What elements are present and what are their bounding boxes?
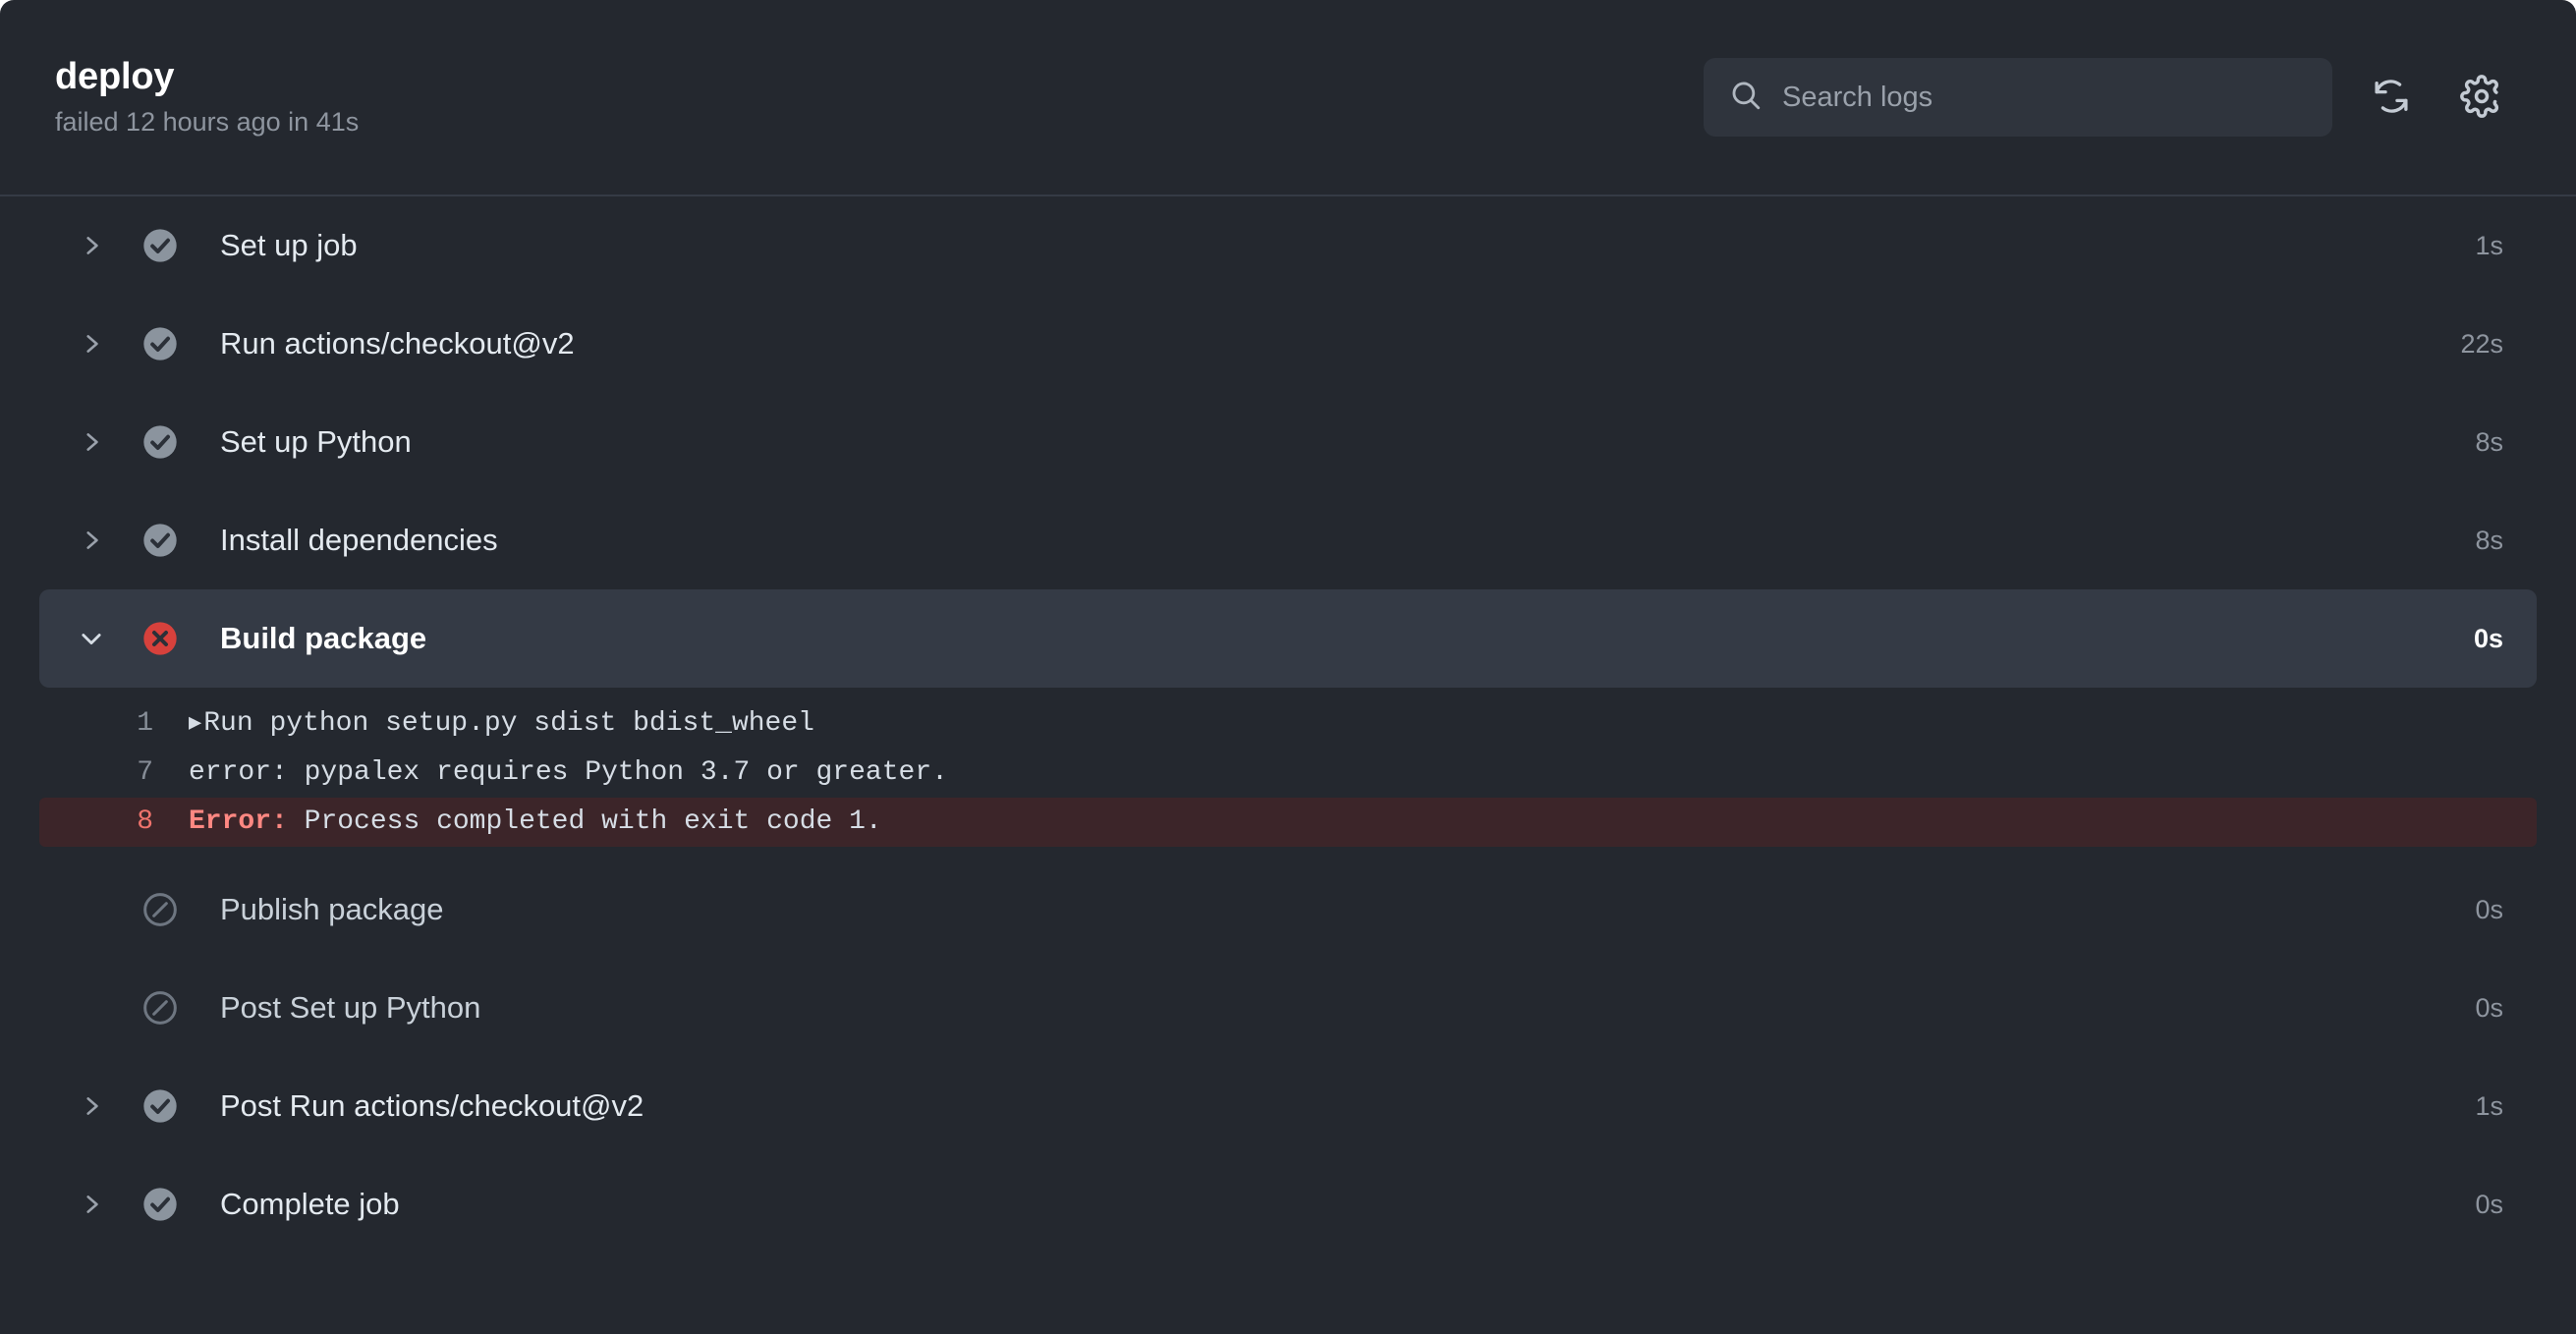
step-row[interactable]: Install dependencies 8s bbox=[39, 491, 2537, 589]
step-row[interactable]: Set up Python 8s bbox=[39, 393, 2537, 491]
line-text: Run python setup.py sdist bdist_wheel bbox=[203, 708, 814, 739]
log-line[interactable]: 7 error: pypalex requires Python 3.7 or … bbox=[39, 749, 2537, 798]
status-failed-icon bbox=[136, 619, 185, 658]
status-success-icon bbox=[136, 1086, 185, 1126]
line-text: error: pypalex requires Python 3.7 or gr… bbox=[189, 757, 948, 788]
step-row[interactable]: Complete job 0s bbox=[39, 1155, 2537, 1253]
status-success-icon bbox=[136, 521, 185, 560]
line-text: Process completed with exit code 1. bbox=[288, 798, 882, 847]
status-success-icon bbox=[136, 1185, 185, 1224]
step-row[interactable]: Publish package 0s bbox=[39, 861, 2537, 959]
status-success-icon bbox=[136, 324, 185, 363]
step-label: Publish package bbox=[220, 892, 444, 926]
line-number: 8 bbox=[137, 806, 153, 837]
status-success-icon bbox=[136, 422, 185, 462]
group-collapsed-icon[interactable]: ▶ bbox=[189, 699, 201, 749]
step-label: Set up job bbox=[220, 228, 358, 262]
line-text-value: Process completed with exit code 1. bbox=[304, 806, 882, 837]
chevron-right-icon[interactable] bbox=[69, 331, 114, 357]
page-title: deploy bbox=[55, 55, 175, 97]
chevron-down-icon[interactable] bbox=[69, 625, 114, 652]
log-line[interactable]: 1 ▶ Run python setup.py sdist bdist_whee… bbox=[39, 699, 2537, 749]
chevron-right-icon[interactable] bbox=[69, 429, 114, 455]
job-status-text: failed 12 hours ago in 41s bbox=[55, 106, 360, 137]
step-duration: 1s bbox=[2475, 1090, 2503, 1121]
panel-header: deploy failed 12 hours ago in 41s bbox=[0, 0, 2576, 196]
line-number: 1 bbox=[137, 708, 153, 739]
step-row[interactable]: Set up job 1s bbox=[39, 196, 2537, 295]
step-row[interactable]: Post Run actions/checkout@v2 1s bbox=[39, 1057, 2537, 1155]
header-actions bbox=[1704, 58, 2513, 137]
step-label: Build package bbox=[220, 621, 427, 655]
step-duration: 0s bbox=[2473, 623, 2503, 653]
step-label: Install dependencies bbox=[220, 523, 498, 557]
status-success-icon bbox=[136, 226, 185, 265]
log-line-error[interactable]: 8 Error: Process completed with exit cod… bbox=[39, 798, 2537, 847]
step-label: Post Run actions/checkout@v2 bbox=[220, 1088, 644, 1123]
sync-icon bbox=[2371, 76, 2412, 120]
job-log-panel: deploy failed 12 hours ago in 41s Search… bbox=[0, 0, 2576, 1334]
step-duration: 0s bbox=[2475, 992, 2503, 1023]
settings-button[interactable] bbox=[2450, 66, 2513, 129]
step-row-build-package[interactable]: Build package 0s bbox=[39, 589, 2537, 688]
step-label: Complete job bbox=[220, 1187, 400, 1221]
step-label: Set up Python bbox=[220, 424, 412, 459]
search-logs-box[interactable] bbox=[1704, 58, 2332, 137]
step-duration: 8s bbox=[2475, 525, 2503, 555]
step-label: Post Set up Python bbox=[220, 990, 481, 1025]
search-icon bbox=[1729, 79, 1763, 117]
refresh-logs-button[interactable] bbox=[2360, 66, 2423, 129]
step-duration: 0s bbox=[2475, 1189, 2503, 1219]
error-prefix: Error: bbox=[189, 806, 288, 837]
chevron-right-icon[interactable] bbox=[69, 1192, 114, 1217]
step-duration: 8s bbox=[2475, 426, 2503, 457]
step-label: Run actions/checkout@v2 bbox=[220, 326, 575, 361]
step-list: Set up job 1s Run actions/checkout@v2 22… bbox=[0, 196, 2576, 1253]
step-duration: 22s bbox=[2460, 328, 2503, 359]
header-titles: deploy failed 12 hours ago in 41s bbox=[55, 55, 1704, 138]
chevron-right-icon[interactable] bbox=[69, 528, 114, 553]
search-input[interactable] bbox=[1782, 58, 2307, 137]
status-skipped-icon bbox=[136, 988, 185, 1028]
log-output: 1 ▶ Run python setup.py sdist bdist_whee… bbox=[0, 688, 2576, 861]
gear-icon bbox=[2460, 74, 2503, 121]
step-duration: 0s bbox=[2475, 894, 2503, 924]
step-row[interactable]: Post Set up Python 0s bbox=[39, 959, 2537, 1057]
step-row[interactable]: Run actions/checkout@v2 22s bbox=[39, 295, 2537, 393]
chevron-right-icon[interactable] bbox=[69, 233, 114, 258]
status-skipped-icon bbox=[136, 890, 185, 929]
step-duration: 1s bbox=[2475, 230, 2503, 260]
chevron-right-icon[interactable] bbox=[69, 1093, 114, 1119]
line-number: 7 bbox=[137, 757, 153, 788]
